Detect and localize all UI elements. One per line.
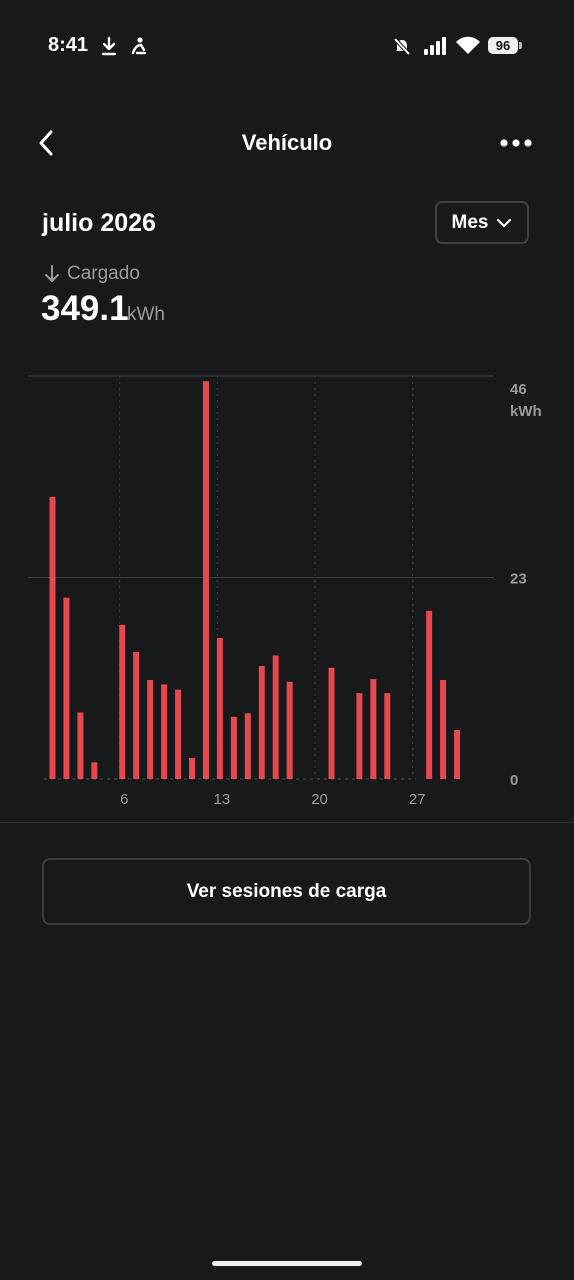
bar-day-15 — [244, 713, 251, 779]
y-tick-label: 23 — [510, 571, 527, 588]
more-options-button[interactable] — [496, 128, 536, 158]
arrow-down-icon — [45, 265, 59, 282]
battery-level: 96 — [488, 37, 518, 54]
bar-day-30 — [454, 729, 461, 779]
y-tick-label: 46 — [510, 381, 527, 398]
bar-day-7 — [133, 651, 140, 779]
bar-day-16 — [258, 665, 265, 779]
page-title: Vehículo — [241, 130, 333, 155]
bar-day-21 — [328, 667, 335, 779]
bar-day-18 — [286, 681, 293, 779]
section-divider — [0, 822, 574, 823]
bar-day-28 — [426, 610, 433, 779]
fitness-icon — [131, 37, 147, 55]
chevron-down-icon — [497, 218, 512, 227]
battery-icon — [519, 42, 522, 49]
more-horizontal-icon — [500, 139, 532, 147]
view-charging-sessions-label: Ver sesiones de carga — [186, 880, 387, 902]
bar-day-8 — [147, 680, 154, 779]
bar-day-2 — [63, 597, 70, 779]
bar-day-13 — [216, 637, 223, 779]
bar-day-23 — [356, 693, 363, 779]
x-tick-label: 27 — [409, 791, 426, 808]
bar-day-9 — [161, 684, 168, 779]
wifi-icon — [456, 36, 480, 54]
bar-day-17 — [272, 655, 279, 779]
y-tick-label: 0 — [510, 772, 518, 789]
charged-label: Cargado — [44, 263, 140, 285]
period-title: julio 2026 — [42, 209, 156, 237]
home-indicator[interactable] — [212, 1261, 362, 1266]
bar-day-12 — [202, 381, 209, 779]
charged-value: 349.1 — [41, 289, 129, 328]
download-icon — [101, 36, 117, 56]
period-selector-label: Mes — [451, 211, 489, 233]
bar-day-24 — [370, 679, 377, 779]
chart-bars — [49, 381, 461, 779]
y-axis-unit: kWh — [510, 403, 542, 420]
x-tick-label: 13 — [214, 791, 231, 808]
period-selector[interactable]: Mes — [435, 201, 529, 244]
x-tick-label: 6 — [120, 791, 128, 808]
charged-label-text: Cargado — [67, 263, 140, 284]
bar-day-14 — [230, 716, 237, 779]
bar-day-3 — [77, 712, 84, 779]
bar-day-11 — [189, 757, 195, 779]
bar-day-1 — [49, 496, 56, 779]
mute-icon — [393, 37, 411, 56]
bar-day-6 — [119, 624, 126, 779]
bar-day-10 — [175, 689, 182, 779]
view-charging-sessions-button[interactable]: Ver sesiones de carga — [42, 858, 531, 925]
bar-day-25 — [384, 693, 391, 779]
x-tick-label: 20 — [311, 791, 328, 808]
bar-day-4 — [91, 762, 98, 779]
status-time: 8:41 — [48, 34, 89, 56]
charged-unit: kWh — [127, 304, 165, 325]
bar-day-29 — [440, 680, 447, 779]
charge-bar-chart: 6 13 20 27 46 23 0 kWh — [28, 375, 542, 808]
signal-icon — [424, 37, 446, 55]
